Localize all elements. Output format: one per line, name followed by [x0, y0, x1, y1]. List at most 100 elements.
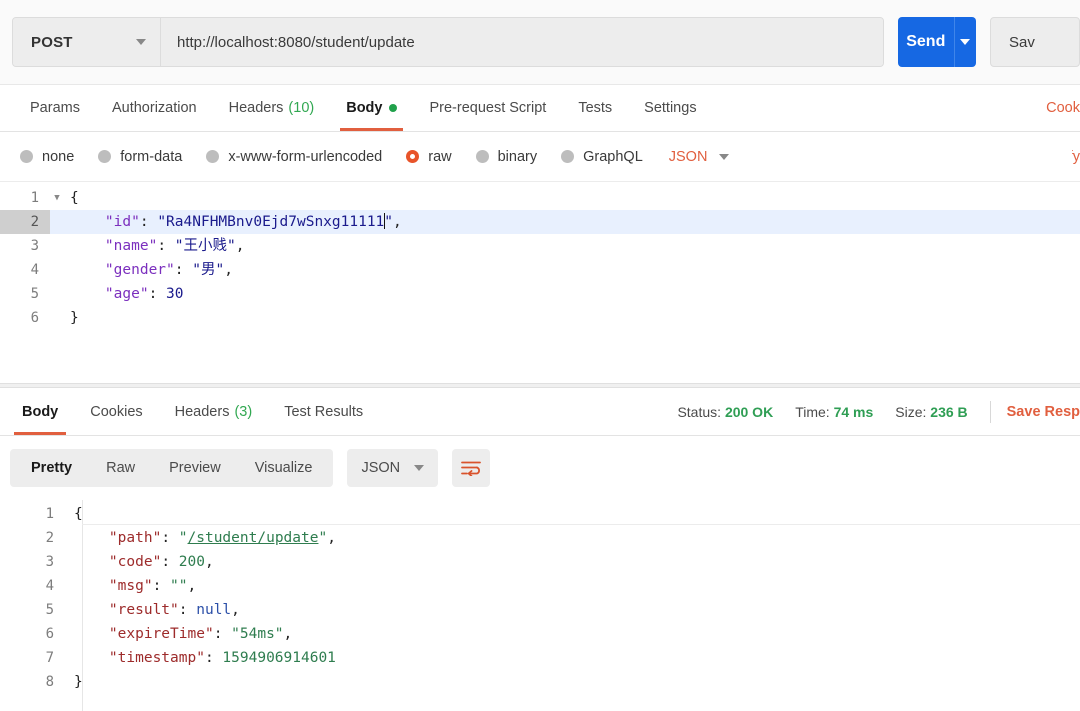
code-line: 3 "name": "王小贱", — [0, 234, 1080, 258]
token-key: "code" — [109, 554, 161, 570]
code-content: { — [64, 186, 79, 210]
view-mode-preview[interactable]: Preview — [152, 453, 238, 483]
token-comma: , — [284, 626, 293, 642]
token-brace: { — [70, 190, 79, 206]
token-colon: : — [140, 214, 157, 230]
raw-format-select[interactable]: JSON — [669, 149, 730, 165]
divider — [990, 401, 991, 423]
code-content: "code": 200, — [68, 550, 214, 574]
token-number: 30 — [166, 286, 183, 302]
code-line: 4 "msg": "", — [0, 574, 1080, 598]
token-string-close: " — [384, 214, 393, 230]
tab-label: Params — [30, 100, 80, 116]
code-content: "name": "王小贱", — [64, 234, 244, 258]
token-string: "王小贱" — [175, 238, 236, 254]
request-body-editor[interactable]: 1 ▼ { 2 "id": "Ra4NFHMBnv0Ejd7wSnxg11111… — [0, 182, 1080, 383]
body-type-form-data[interactable]: form-data — [98, 149, 182, 165]
send-button-group: Send — [898, 17, 976, 67]
token-comma: , — [231, 602, 240, 618]
response-tab-test-results[interactable]: Test Results — [268, 388, 379, 435]
line-number: 6 — [0, 306, 50, 330]
code-line: 6 } — [0, 306, 1080, 330]
code-line: 1 { — [0, 502, 1080, 526]
url-input[interactable]: http://localhost:8080/student/update — [161, 18, 883, 66]
response-tab-bar: Body Cookies Headers (3) Test Results St… — [0, 388, 1080, 436]
view-mode-visualize[interactable]: Visualize — [238, 453, 330, 483]
response-headers-count: (3) — [234, 404, 252, 420]
time-value: 74 ms — [834, 404, 874, 420]
code-line: 8 } — [0, 670, 1080, 694]
code-content: "age": 30 — [64, 282, 184, 306]
tab-settings[interactable]: Settings — [628, 85, 712, 131]
beautify-link[interactable]: Beautify — [1072, 149, 1080, 165]
tab-label: Pre-request Script — [429, 100, 546, 116]
headers-count: (10) — [288, 100, 314, 116]
tab-params[interactable]: Params — [14, 85, 96, 131]
http-method-select[interactable]: POST — [13, 18, 161, 66]
tab-tests[interactable]: Tests — [562, 85, 628, 131]
line-number: 3 — [0, 234, 50, 258]
code-content: "msg": "", — [68, 574, 196, 598]
size-label: Size: — [895, 404, 926, 420]
gutter-divider — [82, 500, 83, 711]
tab-label: Authorization — [112, 100, 197, 116]
word-wrap-button[interactable] — [452, 449, 490, 487]
line-number: 8 — [0, 670, 68, 694]
postman-window: POST http://localhost:8080/student/updat… — [0, 0, 1080, 711]
radio-icon — [206, 150, 219, 163]
save-button[interactable]: Sav — [990, 17, 1080, 67]
tab-headers[interactable]: Headers (10) — [213, 85, 331, 131]
status-label: Status: — [677, 404, 721, 420]
response-format-label: JSON — [361, 460, 400, 476]
cookies-link[interactable]: Cook — [1032, 85, 1080, 131]
token-key: "id" — [105, 214, 140, 230]
body-type-raw[interactable]: raw — [406, 149, 451, 165]
code-line: 2 "path": "/student/update", — [0, 526, 1080, 550]
body-type-label: binary — [498, 149, 538, 165]
token-string: "54ms" — [231, 626, 283, 642]
fold-arrow-icon[interactable]: ▼ — [50, 186, 64, 210]
size-group: Size: 236 B — [895, 404, 967, 420]
response-tab-body[interactable]: Body — [6, 388, 74, 435]
response-format-select[interactable]: JSON — [347, 449, 438, 487]
body-type-label: GraphQL — [583, 149, 643, 165]
code-line: 1 ▼ { — [0, 186, 1080, 210]
token-colon: : — [161, 554, 178, 570]
line-number: 6 — [0, 622, 68, 646]
token-string: "男" — [192, 262, 224, 278]
token-link[interactable]: /student/update — [188, 530, 319, 546]
token-null: null — [196, 602, 231, 618]
response-body-viewer[interactable]: 1 { 2 "path": "/student/update", 3 "code… — [0, 500, 1080, 711]
http-method-label: POST — [31, 34, 73, 51]
code-content: "gender": "男", — [64, 258, 233, 282]
tab-body[interactable]: Body — [330, 85, 413, 131]
send-button[interactable]: Send — [898, 17, 954, 67]
view-mode-raw[interactable]: Raw — [89, 453, 152, 483]
body-type-label: form-data — [120, 149, 182, 165]
send-options-button[interactable] — [954, 17, 976, 67]
body-type-binary[interactable]: binary — [476, 149, 538, 165]
body-type-urlencoded[interactable]: x-www-form-urlencoded — [206, 149, 382, 165]
response-tab-headers[interactable]: Headers (3) — [159, 388, 269, 435]
token-key: "expireTime" — [109, 626, 214, 642]
response-tab-cookies[interactable]: Cookies — [74, 388, 158, 435]
tab-label: Cookies — [90, 404, 142, 420]
radio-icon — [476, 150, 489, 163]
token-colon: : — [179, 602, 196, 618]
token-key: "path" — [109, 530, 161, 546]
chevron-down-icon — [414, 465, 424, 471]
tab-authorization[interactable]: Authorization — [96, 85, 213, 131]
body-type-none[interactable]: none — [20, 149, 74, 165]
save-response-link[interactable]: Save Resp — [1007, 404, 1080, 420]
token-colon: : — [153, 578, 170, 594]
body-type-graphql[interactable]: GraphQL — [561, 149, 643, 165]
token-key: "msg" — [109, 578, 153, 594]
line-number: 2 — [0, 210, 50, 234]
body-type-label: none — [42, 149, 74, 165]
view-mode-pretty[interactable]: Pretty — [14, 453, 89, 483]
line-number: 7 — [0, 646, 68, 670]
word-wrap-icon — [461, 460, 481, 476]
tab-pre-request-script[interactable]: Pre-request Script — [413, 85, 562, 131]
request-url-bar: POST http://localhost:8080/student/updat… — [0, 0, 1080, 85]
code-content: "path": "/student/update", — [68, 526, 336, 550]
